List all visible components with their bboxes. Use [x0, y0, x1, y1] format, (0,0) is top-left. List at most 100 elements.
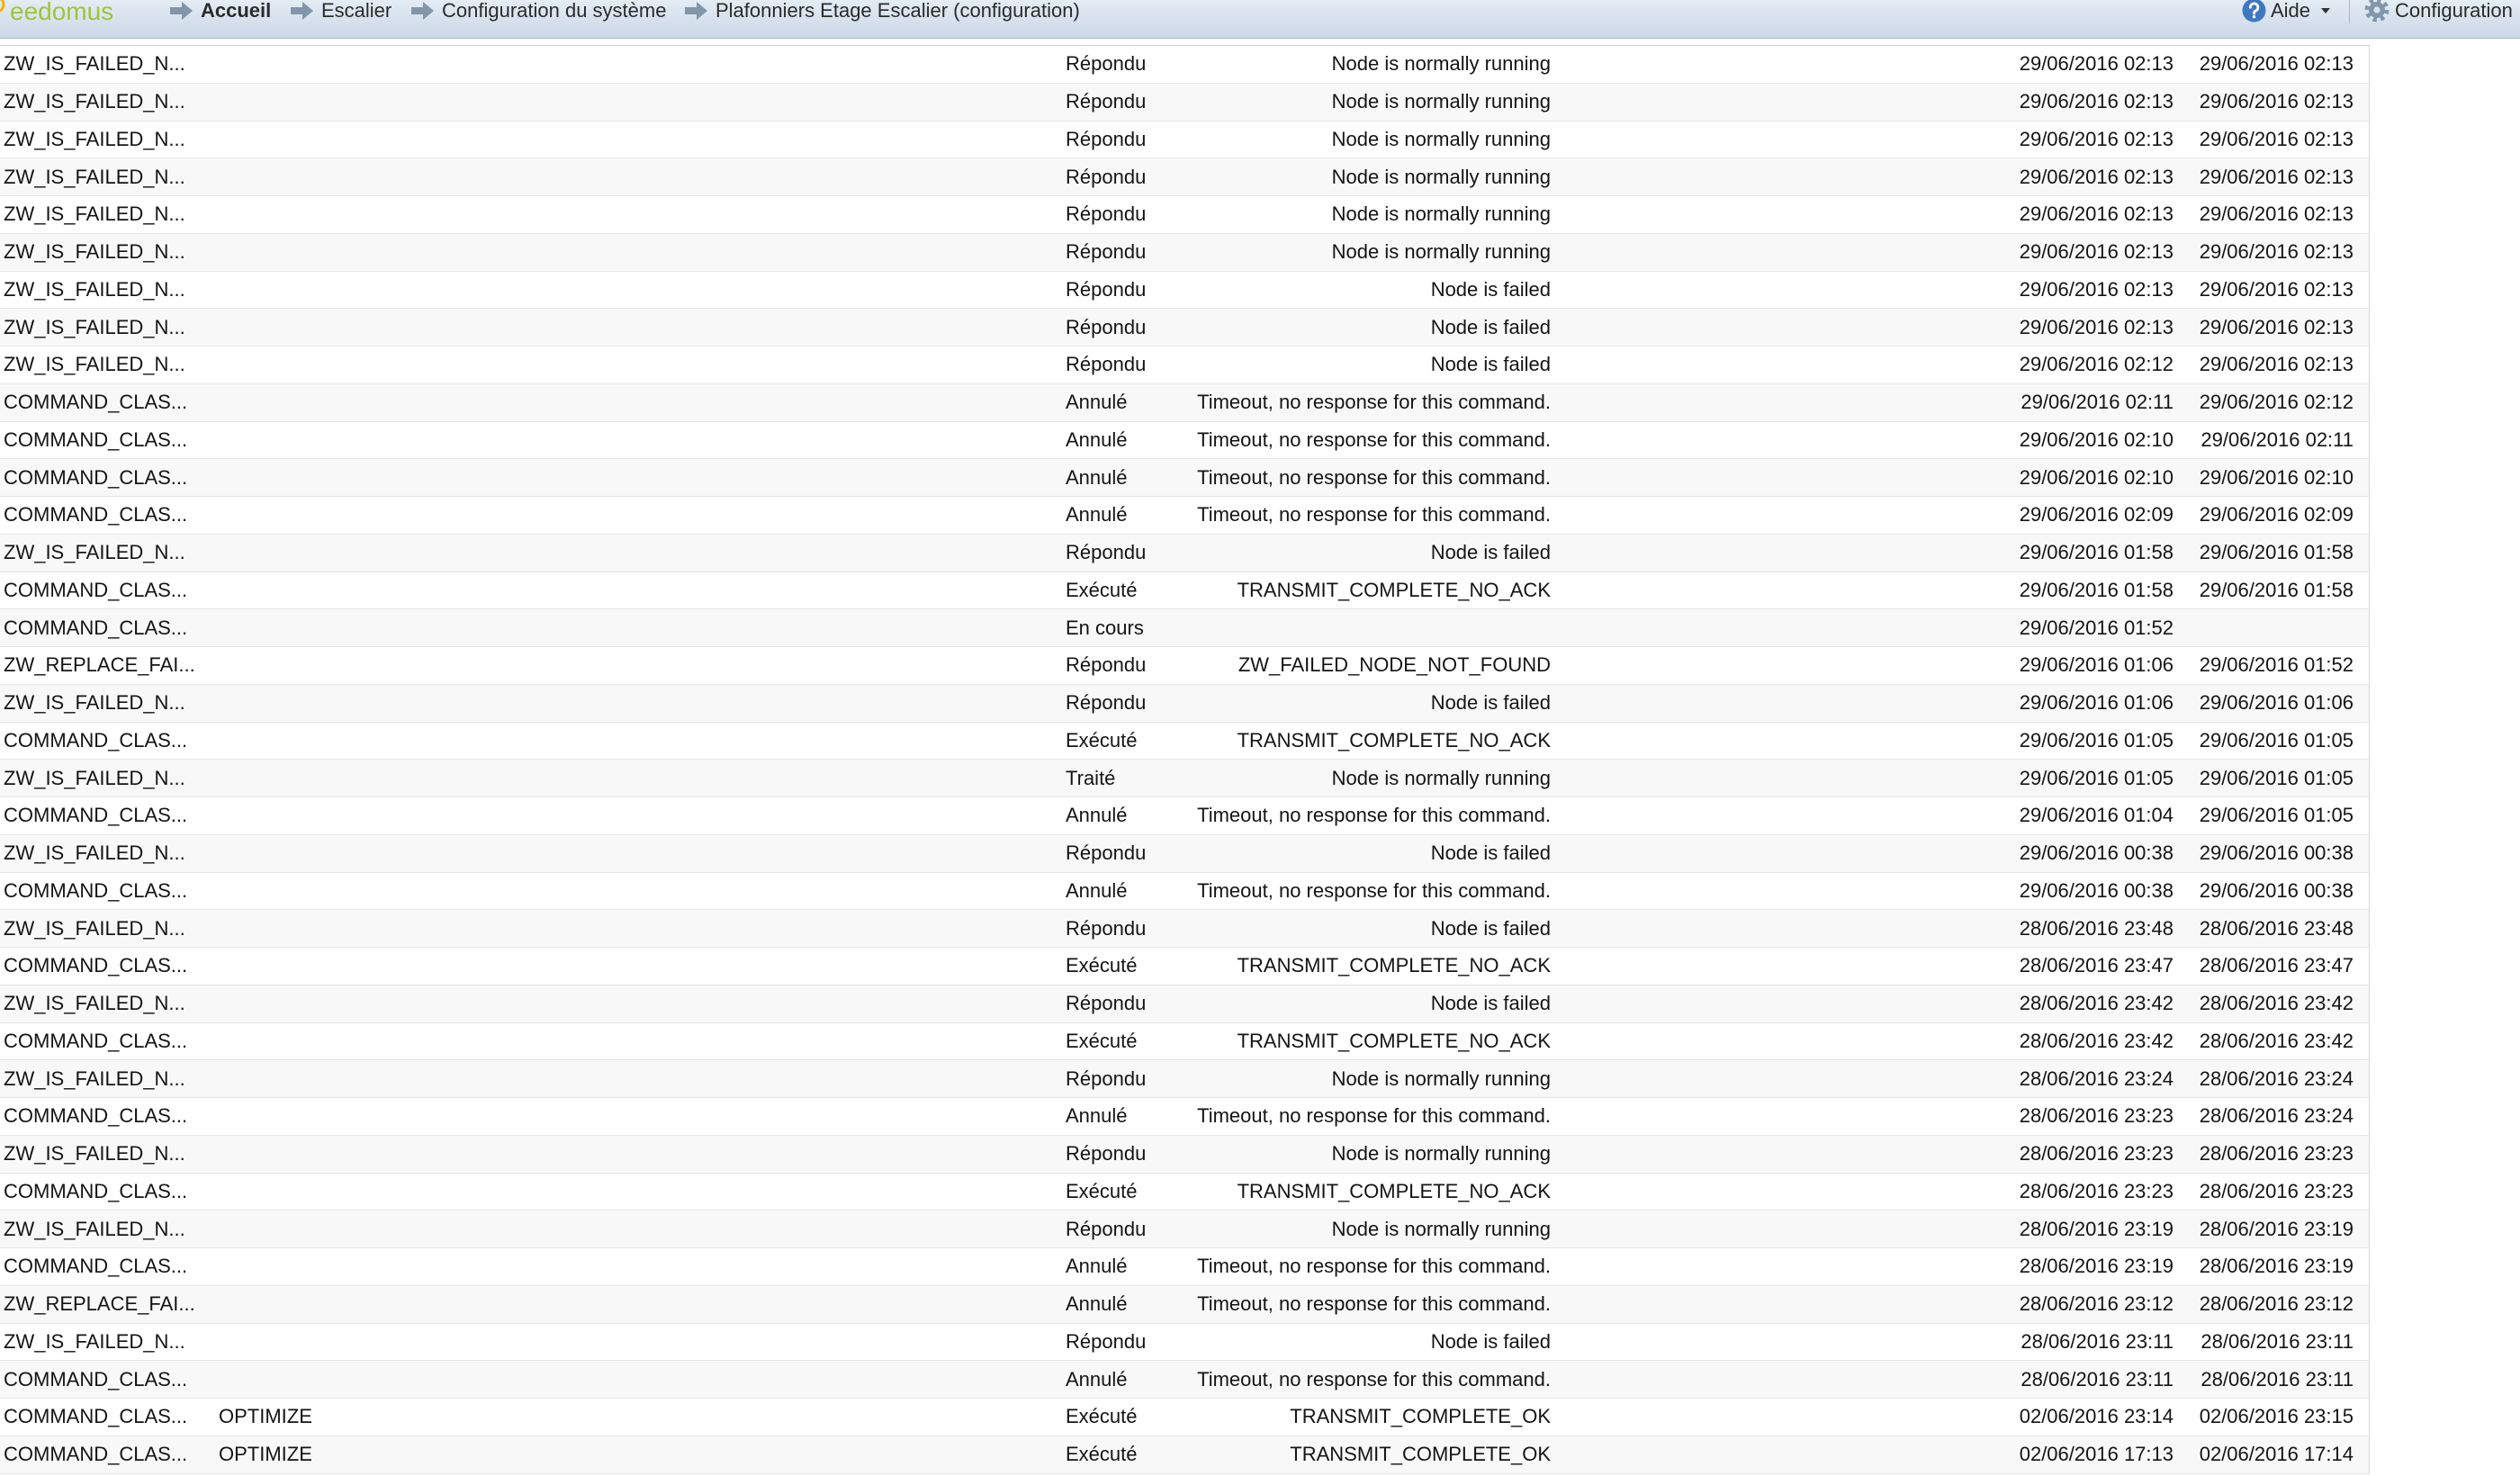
status-cell: Répondu: [1066, 52, 1147, 76]
breadcrumb-item-configuration-systeme[interactable]: Configuration du système: [411, 0, 666, 22]
status-cell: Répondu: [1066, 1142, 1147, 1166]
command-name-cell: COMMAND_CLAS...: [4, 1255, 188, 1278]
command-name-cell: COMMAND_CLAS...: [4, 428, 188, 451]
help-menu-button[interactable]: Aide: [2242, 0, 2331, 22]
command-parameter-cell: OPTIMIZE: [219, 1443, 312, 1466]
start-date-cell: 28/06/2016 23:19: [2019, 1255, 2174, 1278]
command-name-cell: ZW_IS_FAILED_N...: [4, 1142, 185, 1166]
table-row[interactable]: COMMAND_CLAS... Exécuté TRANSMIT_COMPLET…: [0, 722, 2369, 760]
table-row[interactable]: ZW_IS_FAILED_N... Répondu Node is failed…: [0, 271, 2369, 310]
table-row[interactable]: ZW_IS_FAILED_N... Traité Node is normall…: [0, 760, 2369, 797]
result-cell: TRANSMIT_COMPLETE_OK: [1290, 1443, 1551, 1466]
command-name-cell: ZW_IS_FAILED_N...: [4, 766, 185, 789]
table-row[interactable]: COMMAND_CLAS... Annulé Timeout, no respo…: [0, 797, 2369, 835]
table-row[interactable]: COMMAND_CLAS... Exécuté TRANSMIT_COMPLET…: [0, 1173, 2369, 1211]
arrow-right-icon: [291, 2, 313, 20]
table-row[interactable]: COMMAND_CLAS... Exécuté TRANSMIT_COMPLET…: [0, 1022, 2369, 1061]
end-date-cell: 29/06/2016 01:06: [2199, 691, 2354, 715]
start-date-cell: 28/06/2016 23:23: [2019, 1142, 2174, 1166]
table-row[interactable]: ZW_IS_FAILED_N... Répondu Node is failed…: [0, 985, 2369, 1023]
table-row[interactable]: COMMAND_CLAS... Annulé Timeout, no respo…: [0, 497, 2369, 535]
start-date-cell: 28/06/2016 23:12: [2019, 1292, 2174, 1316]
result-cell: Timeout, no response for this command.: [1197, 1367, 1551, 1390]
table-row[interactable]: ZW_IS_FAILED_N... Répondu Node is failed…: [0, 534, 2369, 572]
start-date-cell: 29/06/2016 02:10: [2019, 465, 2174, 489]
breadcrumb-label: Plafonniers Etage Escalier (configuratio…: [716, 0, 1080, 22]
end-date-cell: 28/06/2016 23:19: [2199, 1255, 2354, 1278]
table-row[interactable]: COMMAND_CLAS... Annulé Timeout, no respo…: [0, 1098, 2369, 1136]
result-cell: Node is failed: [1430, 353, 1551, 376]
table-row[interactable]: COMMAND_CLAS... OPTIMIZE Exécuté TRANSMI…: [0, 1399, 2369, 1436]
status-cell: Répondu: [1066, 315, 1147, 338]
breadcrumb-item-accueil[interactable]: Accueil: [170, 0, 271, 22]
end-date-cell: 29/06/2016 01:05: [2199, 728, 2354, 752]
status-cell: Annulé: [1066, 1255, 1128, 1278]
table-row[interactable]: ZW_REPLACE_FAI... Répondu ZW_FAILED_NODE…: [0, 647, 2369, 685]
table-row[interactable]: COMMAND_CLAS... Annulé Timeout, no respo…: [0, 421, 2369, 460]
end-date-cell: 29/06/2016 02:13: [2199, 277, 2354, 301]
status-cell: Exécuté: [1066, 1443, 1138, 1466]
configuration-button[interactable]: Configuration: [2364, 0, 2513, 22]
table-row[interactable]: ZW_IS_FAILED_N... Répondu Node is failed…: [0, 910, 2369, 948]
status-cell: Répondu: [1066, 277, 1147, 301]
table-row[interactable]: COMMAND_CLAS... Annulé Timeout, no respo…: [0, 383, 2369, 422]
table-row[interactable]: ZW_IS_FAILED_N... Répondu Node is normal…: [0, 233, 2369, 272]
status-cell: Annulé: [1066, 804, 1128, 827]
breadcrumb-item-escalier[interactable]: Escalier: [291, 0, 392, 22]
table-row[interactable]: ZW_IS_FAILED_N... Répondu Node is normal…: [0, 158, 2369, 196]
result-cell: Node is failed: [1430, 277, 1551, 301]
start-date-cell: 28/06/2016 23:11: [2020, 1367, 2174, 1390]
table-row[interactable]: COMMAND_CLAS... Exécuté TRANSMIT_COMPLET…: [0, 948, 2369, 986]
table-row[interactable]: COMMAND_CLAS... Annulé Timeout, no respo…: [0, 1361, 2369, 1399]
table-row[interactable]: ZW_IS_FAILED_N... Répondu Node is failed…: [0, 834, 2369, 873]
status-cell: Annulé: [1066, 391, 1128, 414]
breadcrumb-label: Configuration du système: [442, 0, 667, 22]
table-row[interactable]: COMMAND_CLAS... Annulé Timeout, no respo…: [0, 872, 2369, 911]
table-row[interactable]: ZW_IS_FAILED_N... Répondu Node is normal…: [0, 196, 2369, 234]
end-date-cell: 02/06/2016 23:15: [2199, 1405, 2354, 1428]
end-date-cell: 28/06/2016 23:11: [2200, 1367, 2354, 1390]
table-row[interactable]: COMMAND_CLAS... Exécuté TRANSMIT_COMPLET…: [0, 572, 2369, 610]
table-row[interactable]: ZW_REPLACE_FAI... Annulé Timeout, no res…: [0, 1285, 2369, 1324]
table-row[interactable]: ZW_IS_FAILED_N... Répondu Node is failed…: [0, 309, 2369, 346]
table-row[interactable]: COMMAND_CLAS... Annulé Timeout, no respo…: [0, 1248, 2369, 1286]
table-row[interactable]: ZW_IS_FAILED_N... Répondu Node is failed…: [0, 1323, 2369, 1362]
table-row[interactable]: ZW_IS_FAILED_N... Répondu Node is normal…: [0, 83, 2369, 122]
status-cell: Exécuté: [1066, 954, 1138, 977]
status-cell: Répondu: [1066, 541, 1147, 564]
command-name-cell: ZW_IS_FAILED_N...: [4, 992, 185, 1015]
result-cell: Node is normally running: [1331, 90, 1551, 113]
status-cell: Répondu: [1066, 653, 1147, 677]
status-cell: Répondu: [1066, 90, 1147, 113]
table-row[interactable]: ZW_IS_FAILED_N... Répondu Node is failed…: [0, 346, 2369, 384]
command-name-cell: COMMAND_CLAS...: [4, 1443, 188, 1466]
start-date-cell: 29/06/2016 01:04: [2019, 804, 2174, 827]
command-parameter-cell: OPTIMIZE: [219, 1405, 312, 1428]
start-date-cell: 29/06/2016 01:05: [2019, 728, 2174, 752]
table-row[interactable]: COMMAND_CLAS... Annulé Timeout, no respo…: [0, 459, 2369, 497]
end-date-cell: 28/06/2016 23:47: [2199, 954, 2354, 977]
end-date-cell: 02/06/2016 17:14: [2199, 1443, 2354, 1466]
table-row[interactable]: ZW_IS_FAILED_N... Répondu Node is normal…: [0, 46, 2369, 84]
table-row[interactable]: ZW_IS_FAILED_N... Répondu Node is normal…: [0, 1060, 2369, 1098]
status-cell: Annulé: [1066, 465, 1128, 489]
table-row[interactable]: ZW_IS_FAILED_N... Répondu Node is normal…: [0, 1210, 2369, 1248]
table-row[interactable]: COMMAND_CLAS... OPTIMIZE Exécuté TRANSMI…: [0, 1436, 2369, 1474]
breadcrumb-label: Escalier: [321, 0, 392, 22]
command-name-cell: ZW_IS_FAILED_N...: [4, 691, 185, 715]
breadcrumb-item-plafonniers[interactable]: Plafonniers Etage Escalier (configuratio…: [685, 0, 1080, 22]
logo-text: eedomus: [10, 0, 114, 25]
start-date-cell: 28/06/2016 23:47: [2019, 954, 2174, 977]
status-cell: Répondu: [1066, 240, 1147, 264]
result-cell: Timeout, no response for this command.: [1197, 465, 1551, 489]
configuration-label: Configuration: [2395, 0, 2513, 22]
table-row[interactable]: ZW_IS_FAILED_N... Répondu Node is failed…: [0, 684, 2369, 723]
command-name-cell: ZW_IS_FAILED_N...: [4, 916, 185, 940]
table-row[interactable]: ZW_IS_FAILED_N... Répondu Node is normal…: [0, 1135, 2369, 1174]
result-cell: Node is failed: [1430, 842, 1551, 865]
table-row[interactable]: COMMAND_CLAS... En cours 29/06/2016 01:5…: [0, 609, 2369, 647]
command-name-cell: ZW_IS_FAILED_N...: [4, 842, 185, 865]
command-name-cell: COMMAND_CLAS...: [4, 391, 188, 414]
status-cell: Répondu: [1066, 353, 1147, 376]
table-row[interactable]: ZW_IS_FAILED_N... Répondu Node is normal…: [0, 121, 2369, 159]
